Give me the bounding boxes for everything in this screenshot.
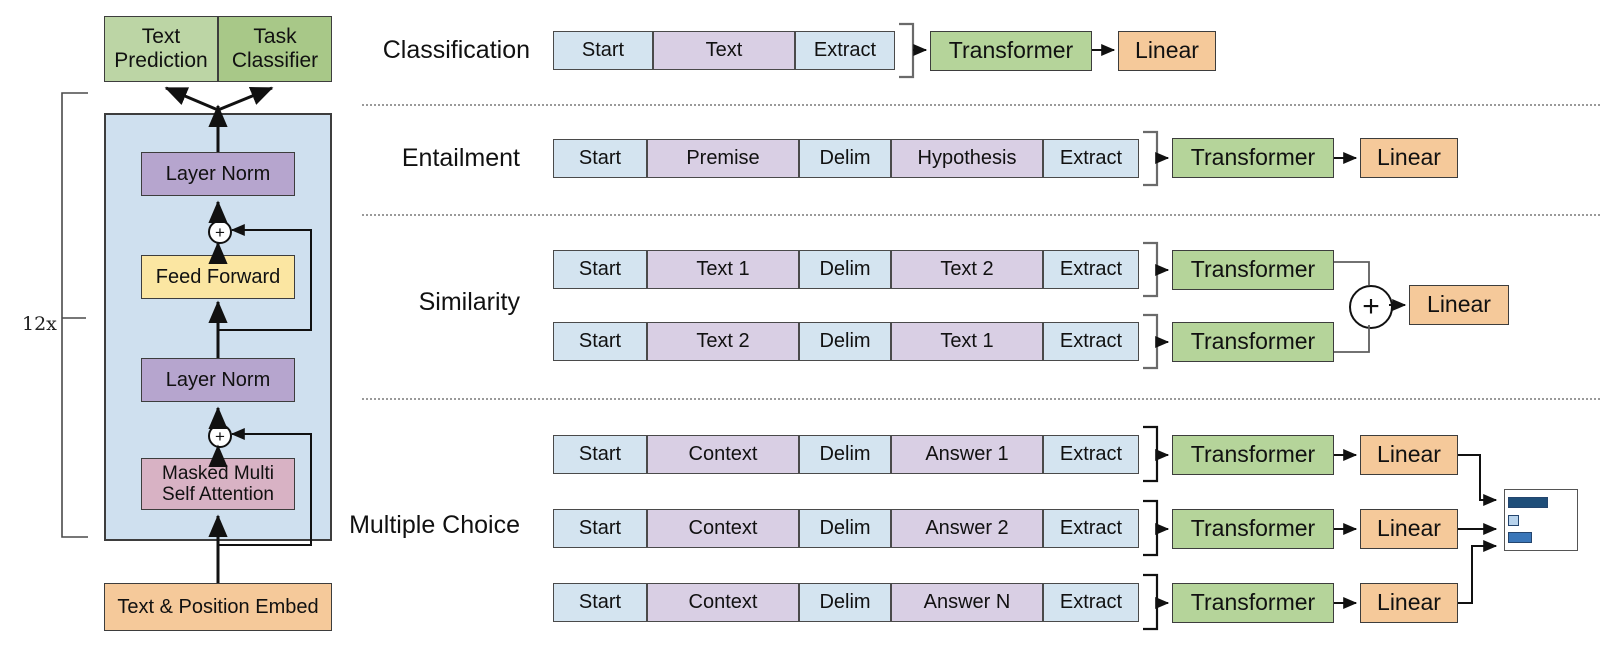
softmax-bar-1 (1508, 497, 1548, 508)
token-context: Context (647, 583, 799, 622)
transformer-block: Transformer (1172, 138, 1334, 178)
plus-icon: + (215, 222, 225, 242)
attention-label-line1: Masked Multi (162, 462, 274, 484)
linear-block: Linear (1409, 285, 1509, 325)
token-text-2: Text 2 (647, 322, 799, 361)
linear-block: Linear (1360, 138, 1458, 178)
token-extract: Extract (795, 31, 895, 70)
linear-block-2: Linear (1360, 509, 1458, 549)
plus-icon: + (1362, 290, 1380, 323)
linear-label: Linear (1377, 515, 1441, 542)
text-prediction-head-label: Text Prediction (114, 25, 208, 72)
linear-block: Linear (1118, 31, 1216, 71)
token-answer-1: Answer 1 (891, 435, 1043, 474)
transformer-label: Transformer (1190, 256, 1316, 283)
transformer-block-3: Transformer (1172, 583, 1334, 623)
token-extract: Extract (1043, 435, 1139, 474)
transformer-label: Transformer (1190, 441, 1316, 468)
token-delim: Delim (799, 250, 891, 289)
task-label-entailment: Entailment (401, 144, 520, 172)
transformer-block-top: Transformer (1172, 250, 1334, 290)
text-prediction-head: Text Prediction (104, 16, 218, 82)
task-label-multiple-choice: Multiple Choice (349, 511, 520, 539)
token-start: Start (553, 583, 647, 622)
feed-forward-label: Feed Forward (155, 265, 281, 288)
section-divider-3 (362, 398, 1600, 400)
transformer-label: Transformer (1190, 328, 1316, 355)
linear-block-1: Linear (1360, 435, 1458, 475)
token-start: Start (553, 509, 647, 548)
token-delim: Delim (799, 583, 891, 622)
token-delim: Delim (799, 139, 891, 178)
token-start: Start (553, 31, 653, 70)
layer-norm-bottom: Layer Norm (141, 358, 295, 402)
transformer-block-1: Transformer (1172, 435, 1334, 475)
transformer-label: Transformer (1190, 144, 1316, 171)
linear-label: Linear (1377, 589, 1441, 616)
token-hypothesis: Hypothesis (891, 139, 1043, 178)
softmax-bar-2 (1508, 515, 1519, 526)
token-context: Context (647, 435, 799, 474)
token-answer-n: Answer N (891, 583, 1043, 622)
transformer-block: Transformer (930, 31, 1092, 71)
token-start: Start (553, 250, 647, 289)
linear-label: Linear (1377, 144, 1441, 171)
linear-label: Linear (1377, 441, 1441, 468)
layer-norm-bottom-label: Layer Norm (165, 368, 271, 391)
transformer-label: Transformer (1190, 515, 1316, 542)
transformer-block-2: Transformer (1172, 509, 1334, 549)
token-start: Start (553, 322, 647, 361)
linear-block-3: Linear (1360, 583, 1458, 623)
token-start: Start (553, 139, 647, 178)
residual-add-top: + (208, 220, 232, 244)
task-label-similarity: Similarity (418, 288, 520, 316)
softmax-bar-chart (1504, 489, 1578, 551)
attention-label-line2: Self Attention (162, 484, 274, 505)
token-delim: Delim (799, 509, 891, 548)
plus-icon: + (215, 426, 225, 446)
repeat-count-label: 12x (22, 313, 57, 335)
linear-label: Linear (1427, 291, 1491, 318)
token-start: Start (553, 435, 647, 474)
token-context: Context (647, 509, 799, 548)
text-position-embed: Text & Position Embed (104, 583, 332, 631)
section-divider-1 (362, 104, 1600, 106)
linear-label: Linear (1135, 37, 1199, 64)
softmax-bar-3 (1508, 532, 1532, 543)
token-extract: Extract (1043, 509, 1139, 548)
token-text-1: Text 1 (891, 322, 1043, 361)
similarity-merge-add: + (1349, 285, 1393, 329)
transformer-label: Transformer (948, 37, 1074, 64)
masked-multi-self-attention: Masked Multi Self Attention (141, 458, 295, 510)
token-extract: Extract (1043, 583, 1139, 622)
token-text-2: Text 2 (891, 250, 1043, 289)
token-premise: Premise (647, 139, 799, 178)
transformer-block-bottom: Transformer (1172, 322, 1334, 362)
token-text-1: Text 1 (647, 250, 799, 289)
text-position-embed-label: Text & Position Embed (117, 595, 319, 618)
token-extract: Extract (1043, 250, 1139, 289)
residual-add-bottom: + (208, 424, 232, 448)
token-text: Text (653, 31, 795, 70)
token-extract: Extract (1043, 322, 1139, 361)
token-delim: Delim (799, 435, 891, 474)
token-delim: Delim (799, 322, 891, 361)
token-extract: Extract (1043, 139, 1139, 178)
token-answer-2: Answer 2 (891, 509, 1043, 548)
task-label-classification: Classification (382, 36, 530, 64)
transformer-label: Transformer (1190, 589, 1316, 616)
section-divider-2 (362, 214, 1600, 216)
